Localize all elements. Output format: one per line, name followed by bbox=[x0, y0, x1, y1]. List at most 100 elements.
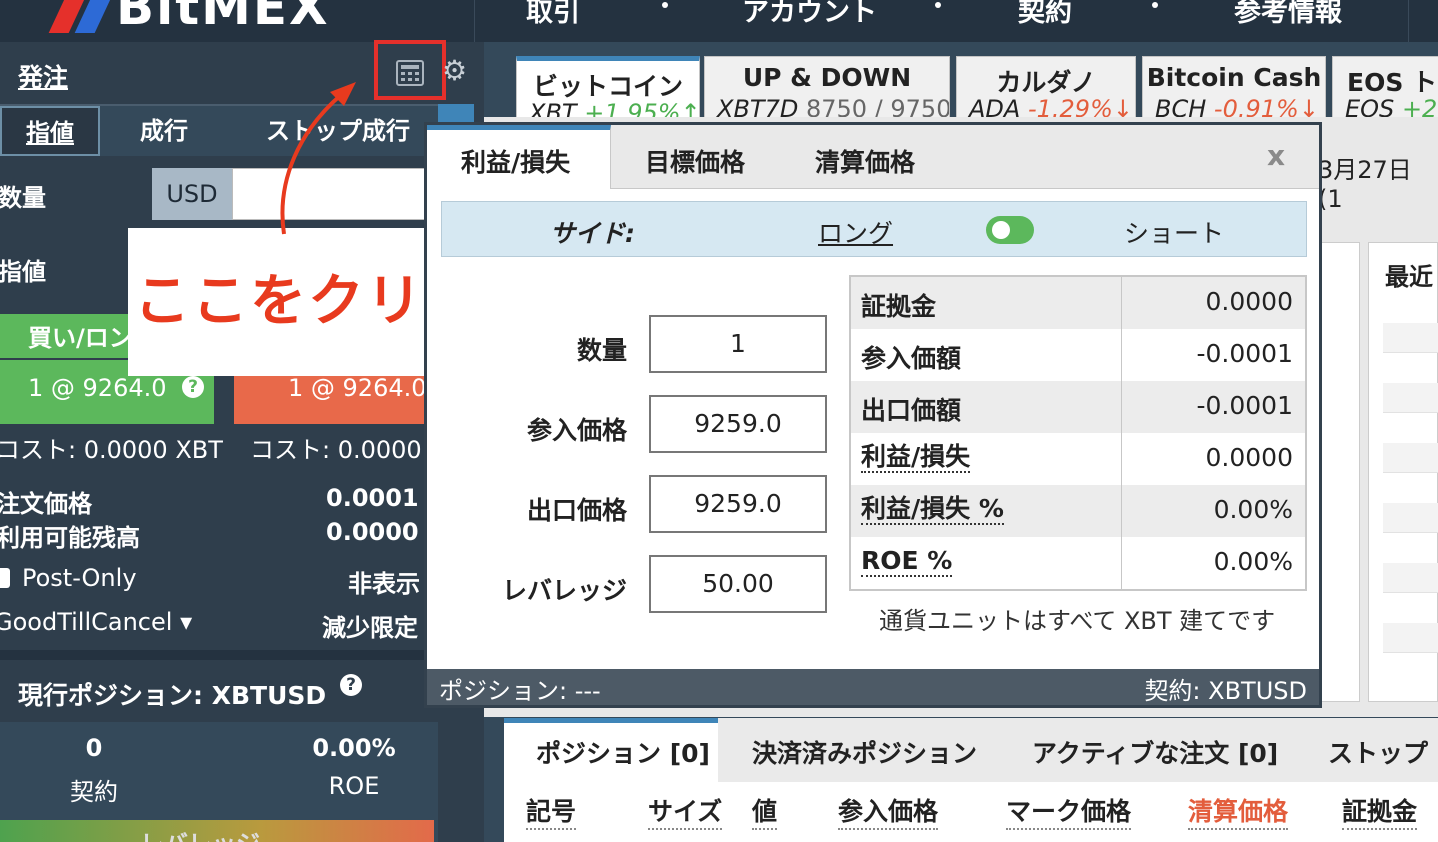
result-key[interactable]: 利益/損失 % bbox=[861, 495, 1004, 525]
column-size[interactable]: サイズ bbox=[648, 792, 723, 830]
result-key: 出口価額 bbox=[861, 396, 962, 425]
result-key[interactable]: 利益/損失 bbox=[861, 443, 971, 473]
tab-positions[interactable]: ポジション [0] bbox=[536, 734, 710, 770]
result-value: -0.0001 bbox=[1196, 339, 1294, 368]
contract-name: Bitcoin Cash bbox=[1146, 63, 1322, 92]
nav-item-contracts[interactable]: 契約 bbox=[1018, 0, 1072, 29]
sell-cost: コスト: 0.0000 X bbox=[250, 436, 446, 464]
positions-panel: ポジション [0] 決済済みポジション アクティブな注文 [0] ストップ [0… bbox=[504, 718, 1438, 842]
side-long[interactable]: ロング bbox=[818, 214, 893, 250]
calculator-modal: 利益/損失 目標価格 清算価格 x サイド: ロング ショート 数量 1 参入価… bbox=[424, 122, 1322, 708]
post-only-checkbox[interactable] bbox=[0, 568, 10, 588]
leverage-slider[interactable]: レバレッジ bbox=[0, 820, 434, 842]
tab-limit[interactable]: 指値 bbox=[0, 106, 100, 156]
order-type-tabs: 指値 成行 ストップ成行 bbox=[0, 104, 438, 156]
contract-ticker: EOS +2.3 bbox=[1345, 95, 1438, 118]
exit-price-label: 出口価格 bbox=[526, 496, 627, 525]
column-entry-price[interactable]: 参入価格 bbox=[838, 792, 939, 830]
tab-stops[interactable]: ストップ [0 bbox=[1328, 734, 1438, 770]
leverage-input[interactable]: 50.00 bbox=[649, 555, 827, 613]
result-row: 利益/損失 % 0.00% bbox=[851, 485, 1305, 537]
tab-market[interactable]: 成行 bbox=[140, 106, 188, 156]
tab-stop-market[interactable]: ストップ成行 bbox=[266, 106, 410, 156]
entry-price-input[interactable]: 9259.0 bbox=[649, 395, 827, 453]
contract-name: EOS ト bbox=[1347, 68, 1438, 97]
arrow-up-icon: ↑ bbox=[680, 99, 700, 118]
column-value[interactable]: 値 bbox=[752, 792, 778, 830]
buy-button-label: 1 @ 9264.0 bbox=[28, 374, 167, 402]
tab-liquidation-price[interactable]: 清算価格 bbox=[815, 143, 915, 179]
side-label: サイド: bbox=[550, 219, 635, 248]
column-symbol[interactable]: 記号 bbox=[526, 792, 577, 830]
contract-name: UP & DOWN bbox=[742, 63, 912, 92]
nav-item-reference[interactable]: 参考情報 bbox=[1234, 0, 1342, 29]
result-value: 0.0000 bbox=[1205, 443, 1293, 472]
contract-tab-xbt[interactable]: ビットコイン XBT +1.95%↑ bbox=[516, 56, 700, 118]
help-icon[interactable]: ? bbox=[340, 674, 362, 696]
currency-label: USD bbox=[152, 168, 232, 220]
calculator-footer: ポジション: --- 契約: XBTUSD bbox=[427, 669, 1319, 705]
result-row: 証拠金 0.0000 bbox=[851, 277, 1305, 329]
limit-price-label: 指値 bbox=[0, 258, 46, 286]
quantity-input[interactable]: 1 bbox=[649, 315, 827, 373]
top-navbar: BitMEX 取引 アカウント 契約 参考情報 bbox=[0, 0, 1438, 42]
hidden-label[interactable]: 非表示 bbox=[348, 564, 420, 599]
tab-target-price[interactable]: 目標価格 bbox=[645, 143, 745, 179]
sell-button-label: 1 @ 9264.0 bbox=[288, 374, 427, 402]
contract-tab-ada[interactable]: カルダノ ADA -1.29%↓ bbox=[956, 56, 1136, 118]
contract-tabs-bar: ビットコイン XBT +1.95%↑ UP & DOWN XBT7D 8750 … bbox=[484, 42, 1438, 118]
bitmex-logo[interactable]: BitMEX bbox=[0, 0, 330, 36]
contract-tab-bch[interactable]: Bitcoin Cash BCH -0.91%↓ bbox=[1142, 56, 1326, 118]
result-key[interactable]: ROE % bbox=[861, 547, 953, 577]
result-value: 0.00% bbox=[1213, 547, 1293, 576]
nav-separator bbox=[1408, 0, 1409, 42]
help-icon[interactable]: ? bbox=[182, 376, 204, 398]
result-row: 参入価額 -0.0001 bbox=[851, 329, 1305, 381]
column-mark-price[interactable]: マーク価格 bbox=[1006, 792, 1132, 830]
logo-mark-icon bbox=[40, 0, 114, 33]
roe-label: ROE bbox=[328, 772, 380, 800]
entry-price-label: 参入価格 bbox=[526, 416, 627, 445]
column-margin[interactable]: 証拠金 bbox=[1342, 792, 1418, 830]
logo-text: BitMEX bbox=[116, 0, 330, 36]
available-balance-label: 利用可能残高 bbox=[0, 524, 140, 552]
contract-ticker: ADA -1.29%↓ bbox=[969, 95, 1133, 117]
reduce-only-label[interactable]: 減少限定 bbox=[322, 608, 418, 643]
table-divider bbox=[1121, 277, 1122, 589]
side-short[interactable]: ショート bbox=[1124, 214, 1224, 250]
nav-item-trade[interactable]: 取引 bbox=[526, 0, 580, 29]
close-icon[interactable]: x bbox=[1267, 139, 1285, 172]
calculator-highlight-box bbox=[374, 40, 446, 100]
result-key: 参入価額 bbox=[861, 344, 962, 373]
buy-cost: コスト: 0.0000 XBT bbox=[0, 436, 223, 464]
nav-dot bbox=[662, 2, 668, 8]
nav-separator bbox=[474, 0, 475, 42]
contract-tab-xbt7d[interactable]: UP & DOWN XBT7D 8750 / 9750 bbox=[704, 56, 950, 118]
column-liquidation-price[interactable]: 清算価格 bbox=[1188, 792, 1289, 830]
contract-name: ビットコイン bbox=[532, 72, 683, 101]
recent-trades-panel: 最近 bbox=[1368, 242, 1438, 702]
contract-tab-eos[interactable]: EOS ト EOS +2.3 bbox=[1332, 56, 1438, 118]
tab-closed-positions[interactable]: 決済済みポジション bbox=[752, 734, 977, 770]
side-selector: サイド: ロング ショート bbox=[441, 201, 1307, 257]
order-panel-title[interactable]: 発注 bbox=[18, 58, 68, 94]
results-table: 証拠金 0.0000 参入価額 -0.0001 出口価額 -0.0001 利益/… bbox=[849, 275, 1307, 591]
result-value: 0.0000 bbox=[1205, 287, 1293, 316]
exit-price-input[interactable]: 9259.0 bbox=[649, 475, 827, 533]
tab-pnl[interactable]: 利益/損失 bbox=[461, 143, 570, 179]
side-toggle[interactable] bbox=[986, 216, 1034, 244]
nav-item-account[interactable]: アカウント bbox=[742, 0, 877, 29]
quantity-input[interactable] bbox=[232, 168, 428, 220]
time-in-force-select[interactable]: GoodTillCancel ▾ bbox=[0, 608, 192, 636]
contracts-label: 契約 bbox=[70, 778, 118, 806]
post-only-label[interactable]: Post-Only bbox=[22, 564, 137, 592]
calculator-tabs: 利益/損失 目標価格 清算価格 x bbox=[427, 125, 1319, 189]
result-key: 証拠金 bbox=[861, 292, 937, 321]
gear-icon[interactable]: ⚙ bbox=[442, 56, 467, 86]
leverage-label: レバレッジ bbox=[501, 576, 627, 605]
chart-date-label: 3月27日 (1 bbox=[1318, 156, 1412, 213]
result-value: -0.0001 bbox=[1196, 391, 1294, 420]
footer-position: ポジション: --- bbox=[439, 677, 601, 705]
tab-active-orders[interactable]: アクティブな注文 [0] bbox=[1032, 734, 1278, 770]
order-panel: 発注 ⚙ 指値 成行 ストップ成行 数量 USD 指値 買い/ロン 1 @ 92… bbox=[0, 40, 478, 842]
